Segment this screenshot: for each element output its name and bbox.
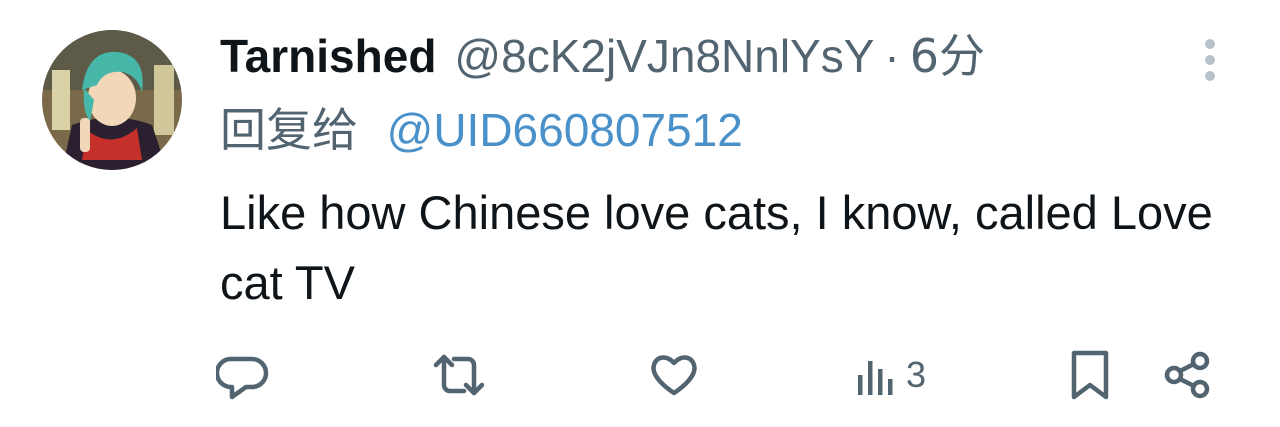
reply-mention-link[interactable]: @UID660807512 bbox=[387, 104, 743, 156]
share-icon bbox=[1164, 351, 1210, 399]
share-button[interactable] bbox=[1160, 340, 1216, 410]
reply-context: 回复给 @UID660807512 bbox=[220, 100, 743, 160]
like-button[interactable] bbox=[646, 340, 702, 410]
reply-button[interactable] bbox=[216, 340, 272, 410]
views-count: 3 bbox=[906, 354, 927, 395]
tweet[interactable]: Tarnished @8cK2jVJn8NnlYsY · 6分 回复给 @UID… bbox=[0, 0, 1280, 427]
retweet-button[interactable] bbox=[428, 340, 490, 410]
bookmark-button[interactable] bbox=[1064, 340, 1116, 410]
bar-chart-icon bbox=[858, 361, 893, 395]
avatar-image bbox=[42, 30, 182, 170]
action-bar: 3 bbox=[0, 340, 1280, 410]
reply-prefix: 回复给 bbox=[220, 103, 358, 157]
tweet-header: Tarnished @8cK2jVJn8NnlYsY · 6分 bbox=[220, 26, 985, 86]
display-name[interactable]: Tarnished bbox=[220, 26, 436, 86]
more-vertical-icon bbox=[1205, 39, 1215, 81]
separator-dot: · bbox=[884, 30, 900, 82]
heart-icon bbox=[651, 355, 697, 396]
timestamp[interactable]: 6分 bbox=[910, 26, 985, 86]
avatar[interactable] bbox=[42, 30, 182, 170]
bookmark-icon bbox=[1071, 350, 1109, 400]
speech-bubble-icon bbox=[216, 356, 269, 400]
user-handle[interactable]: @8cK2jVJn8NnlYsY bbox=[454, 26, 874, 86]
tweet-text: Like how Chinese love cats, I know, call… bbox=[220, 186, 1213, 309]
retweet-icon bbox=[433, 354, 485, 396]
more-options-button[interactable] bbox=[1196, 36, 1224, 84]
views-button[interactable]: 3 bbox=[852, 340, 926, 410]
